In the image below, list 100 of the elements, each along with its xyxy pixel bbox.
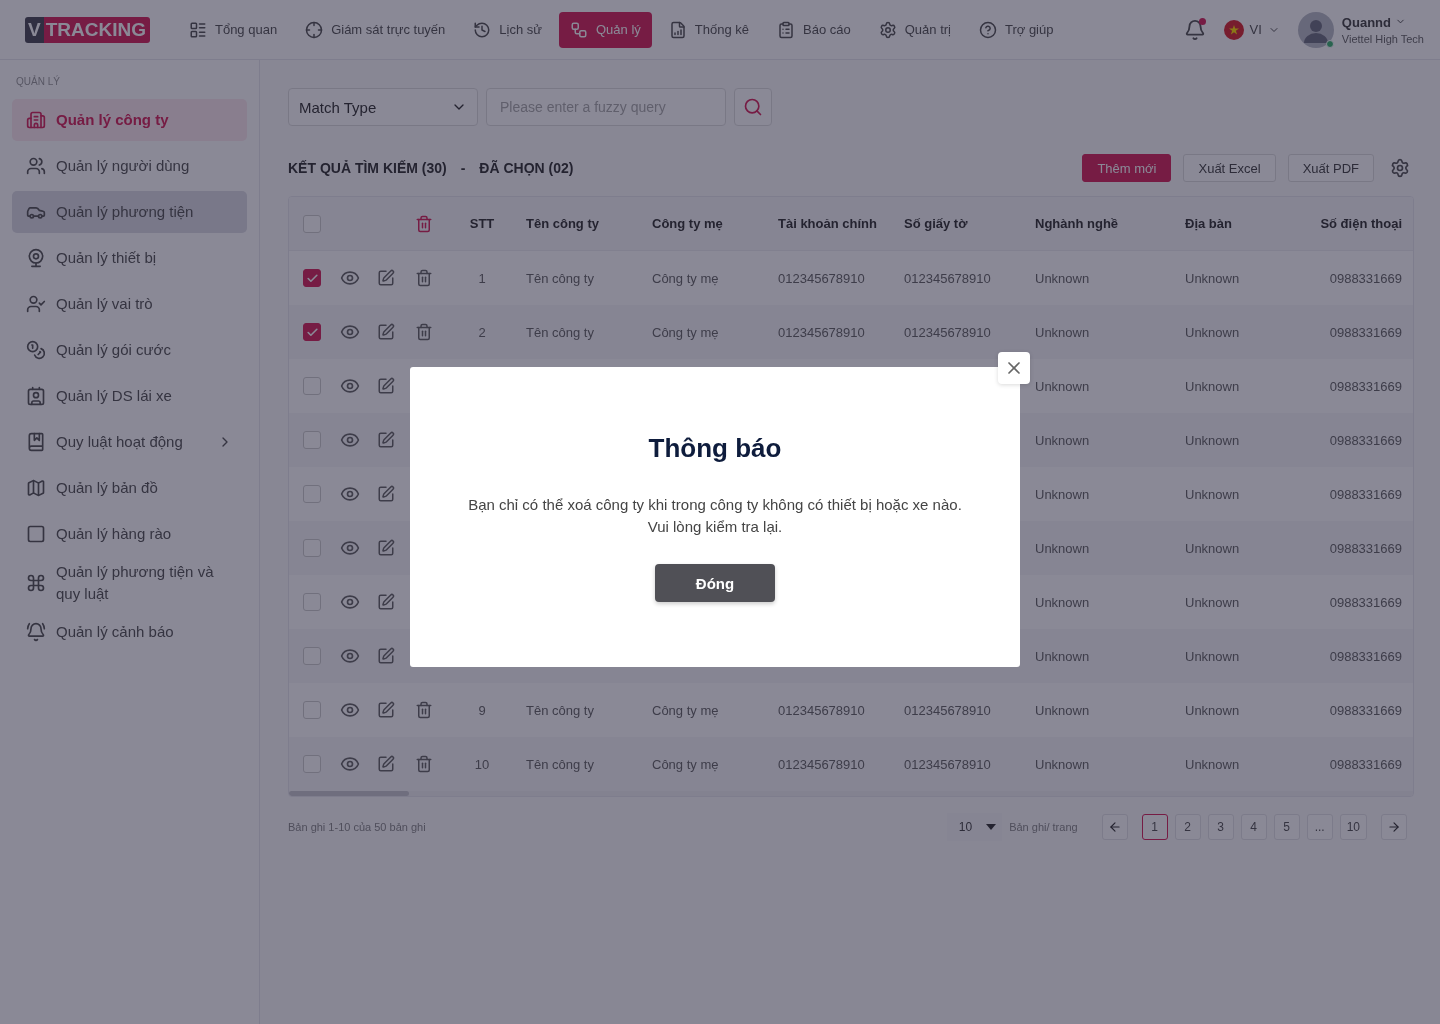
sidebar-item[interactable]: Quản lý hàng rào [12, 513, 247, 555]
delete-icon[interactable] [415, 701, 433, 719]
nav-tab[interactable]: Quản trị [867, 11, 962, 48]
sidebar-item[interactable]: Quản lý thiết bị [12, 237, 247, 279]
edit-icon[interactable] [377, 593, 395, 611]
action-button[interactable]: Xuất Excel [1183, 154, 1276, 182]
sidebar-item[interactable]: Quy luật hoạt động [12, 421, 247, 463]
nav-tab[interactable]: Giám sát trực tuyến [294, 11, 457, 48]
scrollbar[interactable] [289, 791, 409, 796]
edit-icon[interactable] [377, 701, 395, 719]
sidebar-item[interactable]: Quản lý cảnh báo [12, 611, 247, 653]
eye-icon[interactable] [340, 754, 360, 774]
row-checkbox[interactable] [303, 269, 321, 287]
delete-icon[interactable] [415, 214, 433, 233]
sidebar-item[interactable]: Quản lý công ty [12, 99, 247, 141]
next-page-button[interactable] [1381, 814, 1407, 840]
table-cell-text: Công ty mẹ [651, 702, 720, 718]
eye-icon[interactable] [340, 376, 360, 396]
square-icon [26, 524, 46, 544]
edit-icon[interactable] [377, 485, 395, 503]
table-cell-text: Unknown [1034, 432, 1091, 448]
bell-icon [26, 622, 46, 642]
page-button[interactable]: 1 [1141, 814, 1168, 840]
table-cell-text: 0988331669 [1328, 486, 1402, 502]
edit-icon[interactable] [377, 377, 395, 395]
page-button[interactable]: 2 [1174, 814, 1201, 840]
sidebar-item[interactable]: Quản lý gói cước [12, 329, 247, 371]
sidebar-item[interactable]: Quản lý phương tiện và quy luật [12, 559, 247, 607]
table-cell-text: 1 [477, 270, 487, 286]
column-header: Số điện thoại [1319, 216, 1402, 231]
edit-icon[interactable] [377, 647, 395, 665]
table-cell-text: Tên công ty [525, 270, 595, 286]
page-button[interactable]: 5 [1273, 814, 1300, 840]
action-button[interactable]: Xuất PDF [1287, 154, 1374, 182]
table-cell-text: Tên công ty [525, 702, 595, 718]
table-cell-text: Unknown [1034, 324, 1091, 340]
edit-icon[interactable] [377, 323, 395, 341]
row-checkbox[interactable] [303, 323, 321, 341]
nav-tab[interactable]: Tổng quan [177, 11, 289, 48]
table-cell-text: 012345678910 [777, 702, 866, 718]
close-dialog-button[interactable]: Đóng [655, 564, 775, 602]
close-button[interactable] [998, 352, 1030, 384]
language-code[interactable]: VI [1249, 22, 1262, 37]
delete-icon[interactable] [415, 323, 433, 341]
eye-icon[interactable] [340, 484, 360, 504]
table-cell-text: 012345678910 [903, 756, 992, 772]
search-icon [743, 97, 763, 117]
sidebar-item[interactable]: Quản lý bản đồ [12, 467, 247, 509]
separator: - [460, 160, 466, 176]
table-cell-text: 0988331669 [1328, 432, 1402, 448]
dialog-message: Bạn chỉ có thể xoá công ty khi trong công ty không có thiết bị hoặc xe nào. Vui lòng kiểm tra lại. [467, 495, 963, 537]
eye-icon[interactable] [340, 268, 360, 288]
bell-icon[interactable] [1183, 18, 1206, 41]
table-cell-text: 012345678910 [903, 270, 992, 286]
match-type-select[interactable]: Match Type [288, 88, 478, 126]
table-cell-text: 0988331669 [1328, 540, 1402, 556]
avatar[interactable] [1297, 11, 1334, 48]
page-button[interactable]: 3 [1207, 814, 1234, 840]
users-icon [26, 156, 46, 176]
eye-icon[interactable] [340, 322, 360, 342]
eye-icon[interactable] [340, 430, 360, 450]
book-icon [26, 432, 46, 452]
eye-icon[interactable] [340, 700, 360, 720]
table-cell-text: Công ty mẹ [651, 756, 720, 772]
nav-tab[interactable]: Thống kê [657, 11, 760, 48]
table-cell-text: 0988331669 [1328, 756, 1402, 772]
previous-page-button[interactable] [1101, 814, 1128, 840]
clipboard-icon [777, 20, 795, 39]
eye-icon[interactable] [340, 538, 360, 558]
sidebar-item[interactable]: Quản lý người dùng [12, 145, 247, 187]
action-button[interactable]: Thêm mới [1082, 154, 1172, 182]
table-cell-text: Unknown [1034, 756, 1091, 772]
select-all-checkbox[interactable] [303, 214, 321, 233]
user-name[interactable]: Quannd [1341, 14, 1424, 30]
nav-tab[interactable]: Báo cáo [766, 11, 862, 48]
coins-icon [26, 340, 46, 360]
nav-tab[interactable]: Trợ giúp [967, 11, 1065, 48]
sidebar-item[interactable]: Quản lý DS lái xe [12, 375, 247, 417]
edit-icon[interactable] [377, 269, 395, 287]
edit-icon[interactable] [377, 755, 395, 773]
eye-icon[interactable] [340, 646, 360, 666]
search-button[interactable] [734, 88, 772, 126]
sidebar-item[interactable]: Quản lý phương tiện [12, 191, 247, 233]
nav-tab[interactable]: Quản lý [559, 11, 652, 48]
delete-icon[interactable] [415, 755, 433, 773]
map-icon [26, 478, 46, 498]
delete-icon[interactable] [415, 269, 433, 287]
page-button[interactable]: ... [1306, 814, 1333, 840]
page-button[interactable]: 4 [1240, 814, 1267, 840]
webcam-icon [26, 248, 46, 268]
table-cell-text: 0988331669 [1328, 594, 1402, 610]
id-card-icon [26, 386, 46, 406]
eye-icon[interactable] [340, 592, 360, 612]
edit-icon[interactable] [377, 431, 395, 449]
edit-icon[interactable] [377, 539, 395, 557]
sidebar-item[interactable]: Quản lý vai trò [12, 283, 247, 325]
page-button[interactable]: 10 [1339, 814, 1367, 840]
command-icon [26, 573, 46, 593]
table-cell-text: Unknown [1184, 540, 1241, 556]
nav-tab[interactable]: Lịch sử [462, 11, 553, 48]
